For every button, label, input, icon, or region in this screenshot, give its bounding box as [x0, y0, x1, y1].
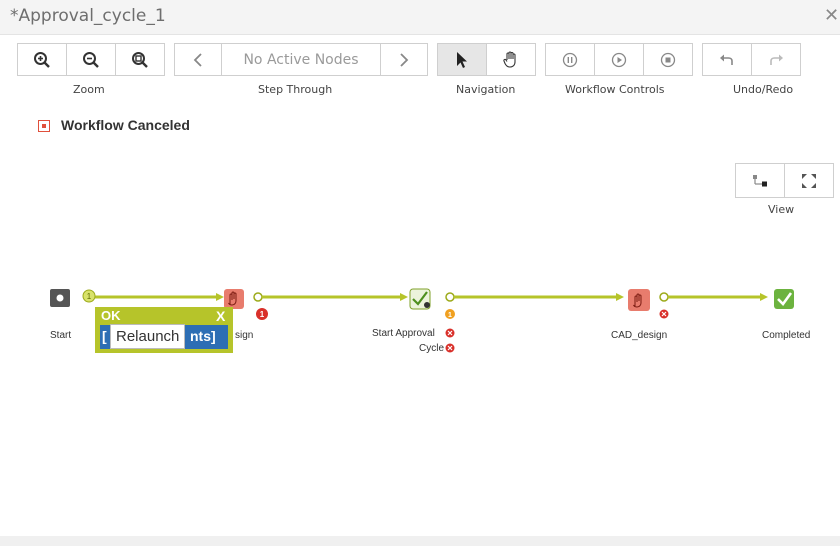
relaunch-tooltip[interactable]: Relaunch: [110, 324, 186, 349]
cad-design-label: CAD_design: [611, 330, 668, 341]
popup-close-button[interactable]: X: [216, 308, 225, 324]
popup-field-right-text: nts]: [190, 328, 216, 344]
start-node[interactable]: [50, 289, 70, 307]
connector-cad-completed: [659, 292, 768, 302]
start-approval-label-1: Start Approval: [372, 328, 435, 339]
completed-node[interactable]: [774, 289, 794, 309]
design-node-label: sign: [235, 330, 254, 341]
connector-badge: 1: [87, 292, 92, 301]
completed-label: Completed: [762, 330, 811, 341]
start-approval-label-2: Cycle: [419, 343, 445, 354]
connector-design-approval: [253, 292, 408, 302]
popup-field-left-text: [: [102, 328, 107, 344]
bottom-scrollbar[interactable]: [0, 536, 840, 546]
error-badge: 1: [260, 310, 265, 319]
popup-ok-button[interactable]: OK: [101, 308, 121, 323]
connector-approval-cad: [445, 292, 624, 302]
connector-start-design: 1: [82, 289, 224, 303]
workflow-canvas: 1 1 1: [50, 288, 794, 353]
start-node-label: Start: [50, 330, 72, 341]
warning-badge: 1: [448, 312, 452, 319]
